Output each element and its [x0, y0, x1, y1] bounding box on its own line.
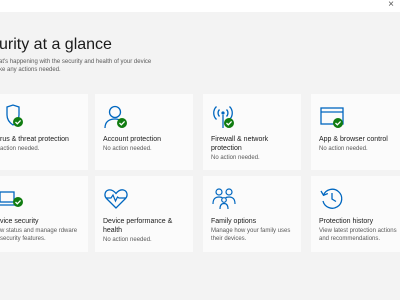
tile-family-options[interactable]: Family options Manage how your family us… [203, 176, 301, 252]
tile-title: vice security [0, 218, 39, 225]
tile-title: Device performance & health [103, 218, 173, 234]
tile-status: No action needed. [211, 155, 260, 161]
windows-security-window: × urity at a glance at's happening with … [0, 0, 400, 300]
history-clock-icon [319, 186, 345, 212]
laptop-icon [0, 186, 26, 212]
tile-status: No action needed. [103, 146, 152, 152]
tile-account-protection[interactable]: Account protection No action needed. [95, 94, 193, 170]
tile-title: rus & threat protection [0, 136, 69, 143]
family-icon [211, 186, 237, 212]
tile-title: App & browser control [319, 136, 388, 143]
tile-title: Account protection [103, 136, 161, 143]
tile-protection-history[interactable]: Protection history View latest protectio… [311, 176, 400, 252]
tile-title: Protection history [319, 218, 374, 225]
tile-status: w status and manage rdware security feat… [0, 228, 78, 242]
browser-window-icon [319, 104, 345, 130]
tile-title: Family options [211, 218, 257, 225]
tile-status: View latest protection actions and recom… [319, 228, 397, 242]
tile-title: Firewall & network protection [211, 136, 269, 152]
tile-grid: rus & threat protection action needed. A… [0, 0, 400, 300]
tile-app-browser-control[interactable]: App & browser control No action needed. [311, 94, 400, 170]
tile-status: action needed. [0, 146, 40, 152]
tile-status: Manage how your family uses their device… [211, 228, 291, 242]
tile-virus-threat-protection[interactable]: rus & threat protection action needed. [0, 94, 88, 170]
tile-status: No action needed. [319, 146, 368, 152]
person-icon [103, 104, 129, 130]
tile-firewall-network-protection[interactable]: Firewall & network protection No action … [203, 94, 301, 170]
heart-pulse-icon [103, 186, 129, 212]
tile-status: No action needed. [103, 237, 152, 243]
shield-icon [0, 104, 26, 130]
wifi-antenna-icon [211, 104, 237, 130]
tile-device-performance-health[interactable]: Device performance & health No action ne… [95, 176, 193, 252]
tile-device-security[interactable]: vice security w status and manage rdware… [0, 176, 88, 252]
